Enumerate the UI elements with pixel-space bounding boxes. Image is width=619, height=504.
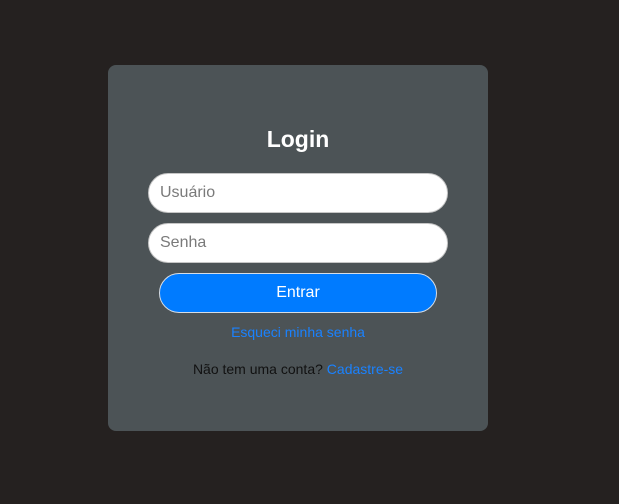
login-title: Login [266,126,330,152]
signup-link[interactable]: Cadastre-se [327,361,403,377]
username-input[interactable] [148,173,448,213]
forgot-password-row: Esqueci minha senha [108,323,488,341]
signup-prompt: Não tem uma conta? [192,361,323,377]
login-button[interactable]: Entrar [159,273,437,313]
login-card: Login Entrar Esqueci minha senha Não tem… [108,65,488,431]
signup-row: Não tem uma conta? Cadastre-se [108,360,488,378]
password-input[interactable] [148,223,448,263]
forgot-password-link[interactable]: Esqueci minha senha [231,324,365,340]
